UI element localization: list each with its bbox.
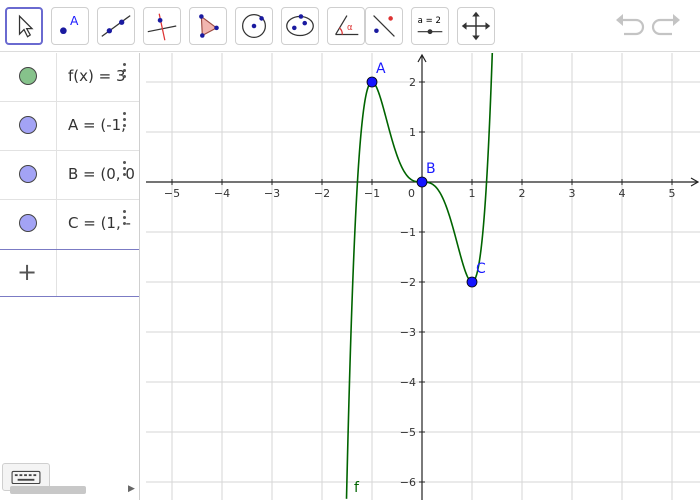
point-C[interactable] <box>466 276 478 288</box>
row-menu-icon[interactable] <box>122 63 128 85</box>
algebra-row-f[interactable]: f(x) = 3 <box>0 53 139 102</box>
reflect-about-line-icon <box>373 15 395 37</box>
algebra-text-A: A = (-1, <box>68 116 126 134</box>
perpendicular-tool-button[interactable] <box>143 7 181 45</box>
undo-icon <box>616 14 645 36</box>
y-tick-label: 1 <box>409 126 416 139</box>
add-item-icon[interactable]: + <box>17 258 37 286</box>
visibility-toggle-A[interactable] <box>19 116 37 134</box>
y-tick-label: −3 <box>400 326 416 339</box>
algebra-horizontal-scrollbar[interactable]: ▶ <box>0 483 139 497</box>
x-tick-label: −4 <box>214 187 230 200</box>
point-A[interactable] <box>366 76 378 88</box>
algebra-input-row[interactable]: + <box>0 249 139 297</box>
y-tick-label: −5 <box>400 426 416 439</box>
redo-button[interactable] <box>650 10 684 42</box>
redo-icon <box>651 14 680 36</box>
algebra-row-B[interactable]: B = (0, 0 <box>0 151 139 200</box>
x-tick-label: −2 <box>314 187 330 200</box>
reflect-tool-button[interactable] <box>365 7 403 45</box>
slider-icon: a = 2 <box>418 16 443 35</box>
visibility-toggle-C[interactable] <box>19 214 37 232</box>
cursor-arrow-icon <box>18 14 34 38</box>
x-tick-label: −3 <box>264 187 280 200</box>
slider-tool-label: a = 2 <box>418 16 441 26</box>
angle-tool-button[interactable]: α <box>327 7 365 45</box>
algebra-view: f(x) = 3 A = (-1, B = (0, 0 C = (1, - + <box>0 53 140 500</box>
point-tool-label: A <box>70 14 79 28</box>
y-tick-label: −6 <box>400 476 416 489</box>
x-tick-label: 2 <box>519 187 526 200</box>
point-label-A: A <box>376 61 386 77</box>
scroll-right-icon[interactable]: ▶ <box>128 484 135 494</box>
x-tick-label: 5 <box>669 187 676 200</box>
ellipse-icon <box>286 14 314 37</box>
circle-tool-button[interactable] <box>235 7 273 45</box>
algebra-text-f: f(x) = 3 <box>68 67 126 85</box>
y-tick-label: −2 <box>400 276 416 289</box>
y-tick-label: −4 <box>400 376 416 389</box>
move-tool-button[interactable] <box>5 7 43 45</box>
algebra-row-C[interactable]: C = (1, - <box>0 200 139 249</box>
origin-label: 0 <box>408 187 415 200</box>
graphics-canvas[interactable]: −5 −4 −3 −2 −1 1 2 3 4 521−1−2−3−4−5−60 f ABC <box>146 53 700 500</box>
polygon-tool-button[interactable] <box>189 7 227 45</box>
line-tool-button[interactable] <box>97 7 135 45</box>
circle-center-point-icon <box>242 14 266 38</box>
perpendicular-line-icon <box>147 13 177 41</box>
undo-button[interactable] <box>612 10 646 42</box>
polygon-icon <box>199 14 219 38</box>
points-layer: A B C <box>366 61 486 288</box>
move-graphics-view-icon <box>461 11 491 41</box>
angle-icon: α <box>335 15 359 36</box>
visibility-toggle-f[interactable] <box>19 67 37 85</box>
x-tick-label: 3 <box>569 187 576 200</box>
visibility-toggle-B[interactable] <box>19 165 37 183</box>
point-label-B: B <box>426 161 436 177</box>
point-icon: A <box>60 14 79 35</box>
x-tick-label: 4 <box>619 187 626 200</box>
move-graphics-tool-button[interactable] <box>457 7 495 45</box>
row-menu-icon[interactable] <box>122 161 128 183</box>
toolbar: A α a = 2 <box>0 0 700 52</box>
axes <box>146 53 700 500</box>
svg-text:α: α <box>347 23 353 33</box>
y-tick-label: 2 <box>409 76 416 89</box>
line-through-points-icon <box>101 15 131 37</box>
x-tick-label: −5 <box>164 187 180 200</box>
point-label-C: C <box>476 261 486 277</box>
x-tick-label: 1 <box>469 187 476 200</box>
point-tool-button[interactable]: A <box>51 7 89 45</box>
y-tick-label: −1 <box>400 226 416 239</box>
grid-lines <box>146 53 700 500</box>
row-menu-icon[interactable] <box>122 210 128 232</box>
x-tick-label: −1 <box>364 187 380 200</box>
ellipse-tool-button[interactable] <box>281 7 319 45</box>
point-B[interactable] <box>416 176 428 188</box>
algebra-row-A[interactable]: A = (-1, <box>0 102 139 151</box>
slider-tool-button[interactable]: a = 2 <box>411 7 449 45</box>
scrollbar-thumb[interactable] <box>10 486 86 494</box>
row-menu-icon[interactable] <box>122 112 128 134</box>
graphics-view[interactable]: −5 −4 −3 −2 −1 1 2 3 4 5 2 1 −1 −2 −3 −4 −5 −6 0 f ABC <box>146 53 700 500</box>
